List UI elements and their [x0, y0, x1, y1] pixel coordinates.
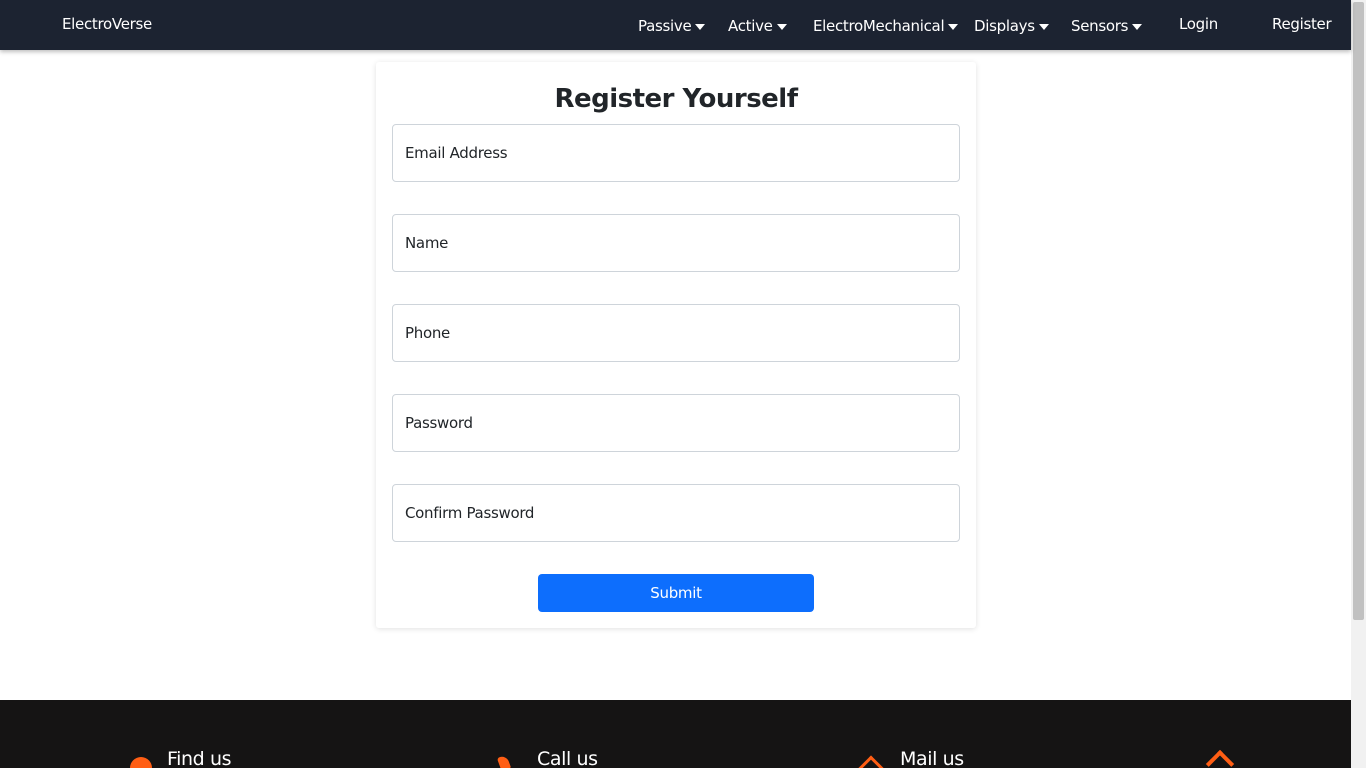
name-field-label: Name — [405, 234, 449, 252]
footer-call-us: Call us — [496, 748, 598, 768]
nav-menu-label: Displays — [974, 17, 1035, 35]
scrollbar-thumb[interactable] — [1353, 2, 1364, 620]
caret-down-icon — [1038, 24, 1049, 30]
nav-menu-label: Sensors — [1071, 17, 1129, 35]
site-footer: Find us Call us Mail us — [0, 700, 1351, 768]
register-card: Register Yourself Email Address Name Pho… — [376, 62, 976, 628]
top-navbar: ElectroVerse Passive Active ElectroMecha… — [0, 0, 1351, 50]
confirm-password-field-label: Confirm Password — [405, 504, 535, 522]
page-scrollbar[interactable] — [1351, 0, 1366, 768]
phone-field[interactable]: Phone — [392, 304, 960, 362]
mail-us-label: Mail us — [900, 748, 964, 768]
nav-menu-label: ElectroMechanical — [813, 17, 945, 35]
call-us-label: Call us — [537, 748, 598, 768]
nav-menu-sensors[interactable]: Sensors — [1071, 17, 1143, 35]
footer-mail-us: Mail us — [855, 748, 964, 768]
envelope-icon — [855, 755, 887, 768]
page-title: Register Yourself — [554, 84, 798, 114]
find-us-label: Find us — [167, 748, 232, 768]
footer-find-us: Find us — [125, 748, 232, 768]
email-field[interactable]: Email Address — [392, 124, 960, 182]
brand-logo-link[interactable]: ElectroVerse — [62, 15, 152, 33]
submit-button[interactable]: Submit — [538, 574, 814, 612]
nav-menu-electromechanical[interactable]: ElectroMechanical — [813, 17, 959, 35]
map-marker-icon — [125, 752, 157, 768]
caret-down-icon — [1132, 24, 1143, 30]
nav-menu-label: Passive — [638, 17, 692, 35]
nav-menu-active[interactable]: Active — [728, 17, 787, 35]
password-field[interactable]: Password — [392, 394, 960, 452]
nav-menu-label: Active — [728, 17, 773, 35]
password-field-label: Password — [405, 414, 473, 432]
email-field-label: Email Address — [405, 144, 508, 162]
login-link[interactable]: Login — [1179, 15, 1218, 33]
caret-down-icon — [948, 24, 959, 30]
phone-field-label: Phone — [405, 324, 450, 342]
confirm-password-field[interactable]: Confirm Password — [392, 484, 960, 542]
nav-menu-passive[interactable]: Passive — [638, 17, 706, 35]
phone-icon — [496, 754, 512, 768]
caret-down-icon — [776, 24, 787, 30]
caret-down-icon — [695, 24, 706, 30]
register-link[interactable]: Register — [1272, 15, 1332, 33]
name-field[interactable]: Name — [392, 214, 960, 272]
nav-menu-displays[interactable]: Displays — [974, 17, 1049, 35]
